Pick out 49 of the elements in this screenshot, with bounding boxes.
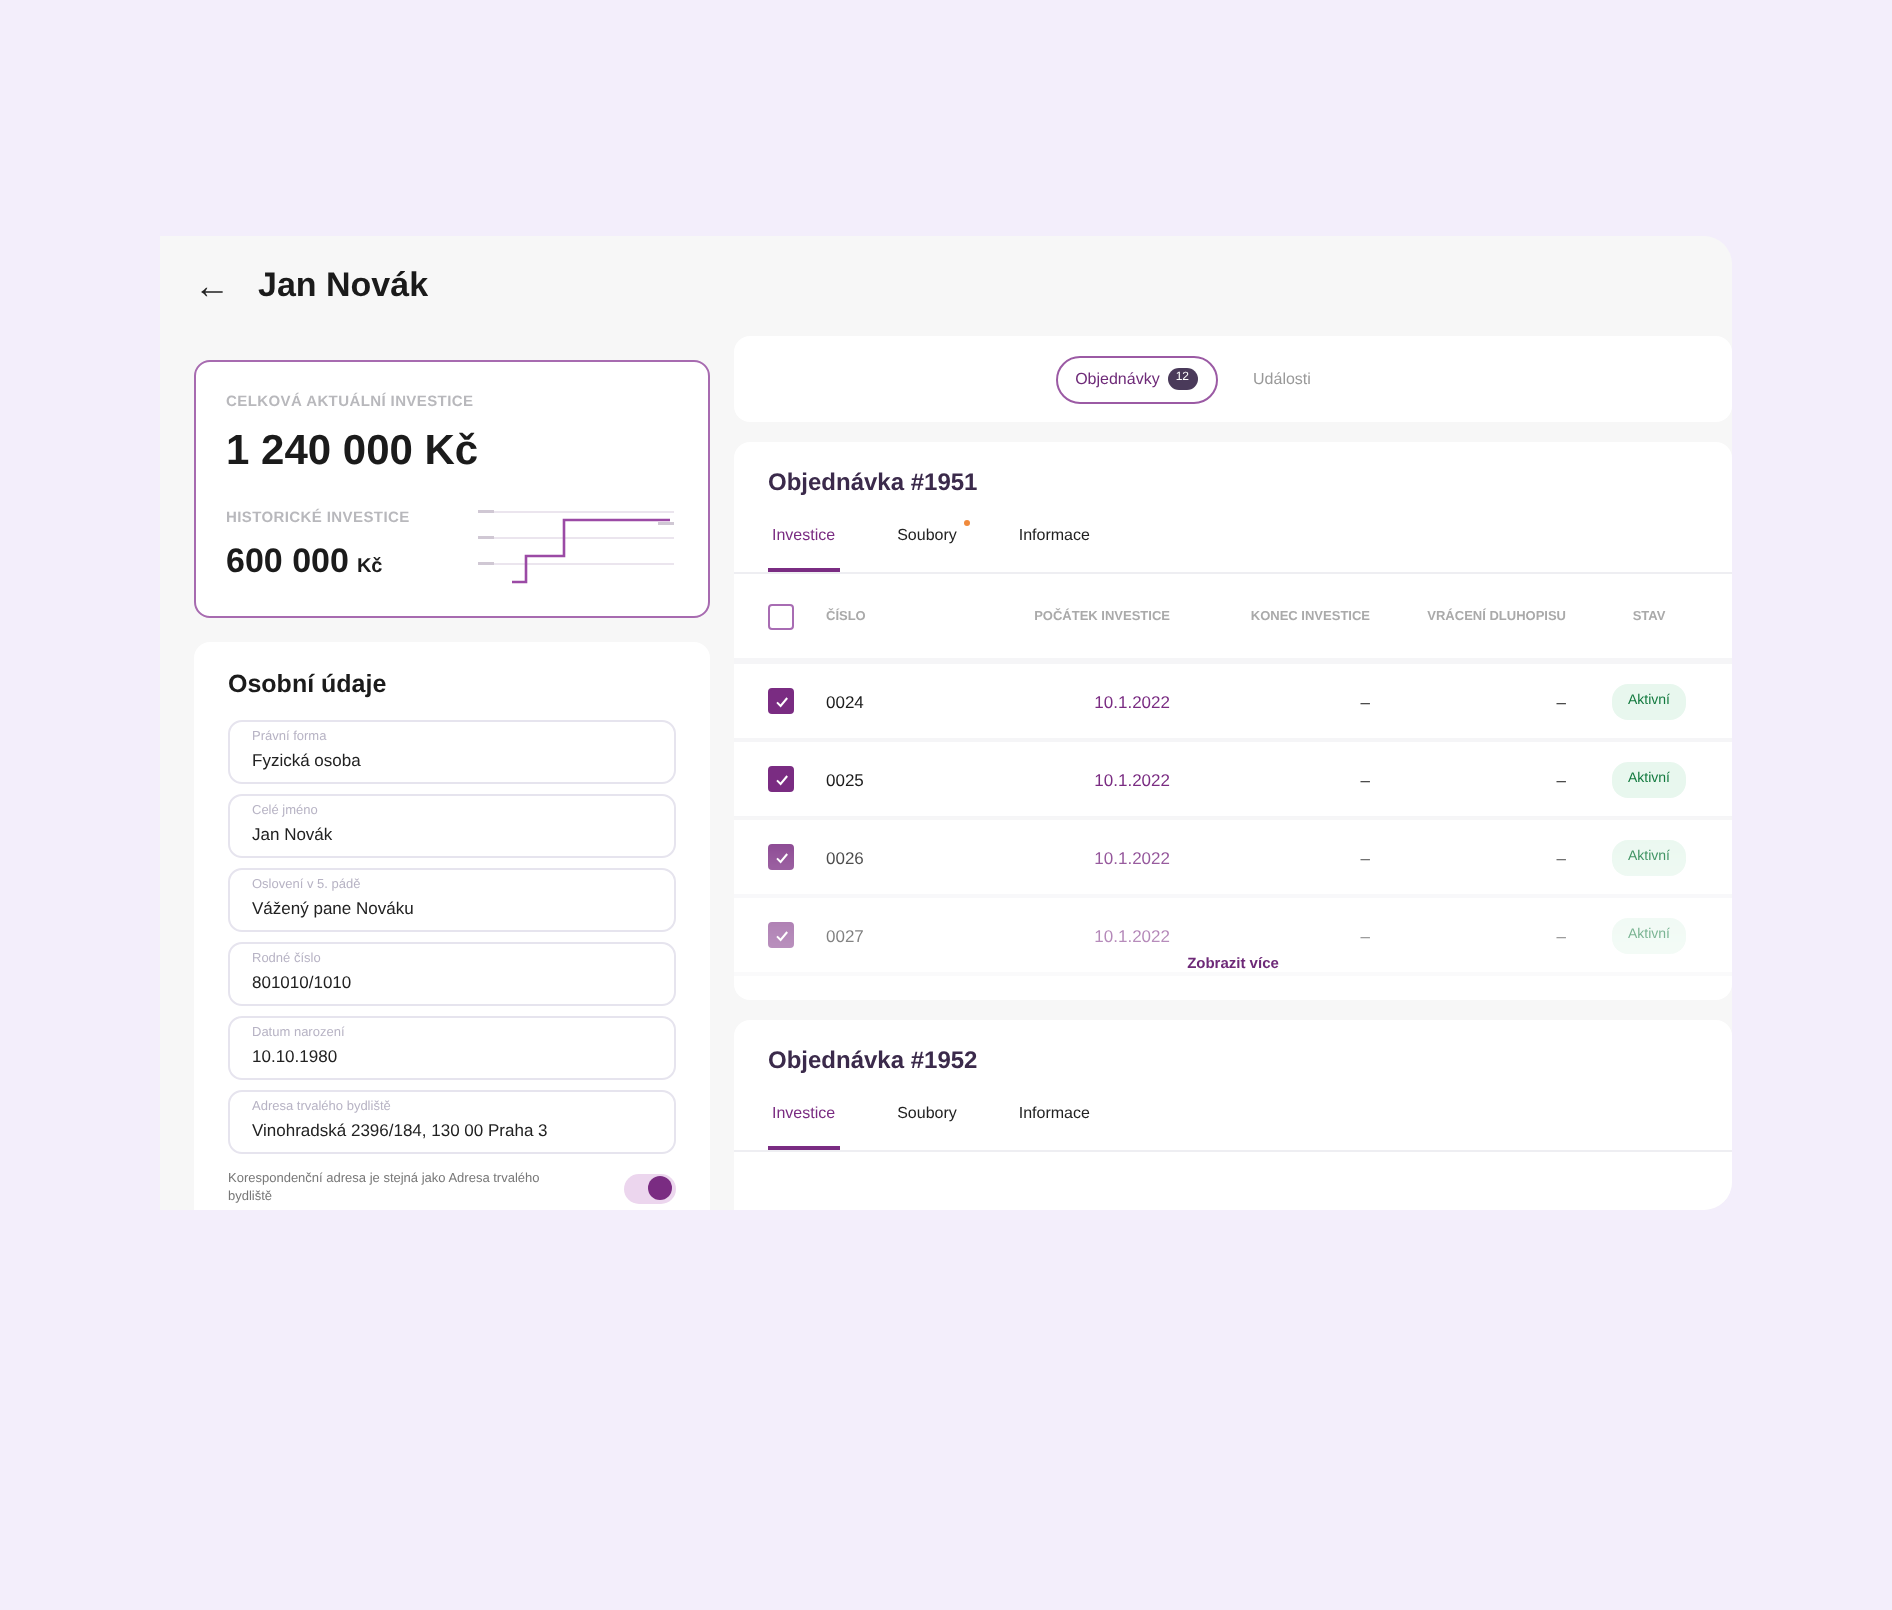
table-cell-text: – [1554, 845, 1566, 871]
select-all-checkbox[interactable] [768, 603, 794, 630]
tab[interactable]: Investice [768, 524, 840, 573]
field-value: Vinohradská 2396/184, 130 00 Praha 3 [252, 1117, 550, 1143]
check-icon [773, 849, 789, 866]
field-value: Jan Novák [252, 821, 335, 847]
table-cell-text: 0026 [826, 845, 866, 871]
table-cell-text: – [1554, 923, 1566, 949]
page-title: Jan Novák [258, 265, 429, 307]
tab-label: Objednávky [1075, 367, 1160, 391]
field-value: 10.10.1980 [252, 1043, 340, 1069]
table-cell-text: 0024 [826, 689, 866, 715]
total-value: 1 240 000 Kč [226, 426, 481, 479]
section-title: Osobní údaje [228, 670, 389, 700]
tab[interactable]: Soubory [893, 1102, 961, 1151]
currency-label: Kč [356, 554, 383, 583]
back-button[interactable]: ← [194, 268, 230, 304]
tab-label: Události [1253, 367, 1311, 391]
table-cell-text: 10.1.2022 [1092, 845, 1170, 871]
tab[interactable]: Soubory [893, 524, 961, 573]
table-cell-text: 10.1.2022 [1092, 923, 1170, 949]
table-cell-text: 10.1.2022 [1092, 689, 1170, 715]
table-cell-text: – [1554, 689, 1566, 715]
table-cell-text: 0027 [826, 923, 866, 949]
historic-value: 600 000 [226, 540, 349, 585]
field-value: Vážený pane Nováku [252, 895, 416, 921]
row-checkbox[interactable] [768, 688, 794, 715]
tab[interactable]: Informace [1014, 1102, 1094, 1151]
toggle-switch[interactable] [624, 1173, 676, 1204]
row-checkbox[interactable] [768, 922, 794, 949]
table-cell-text: 0025 [826, 767, 866, 793]
tab[interactable]: Informace [1014, 524, 1094, 573]
check-icon [773, 927, 789, 944]
row-checkbox[interactable] [768, 844, 794, 871]
table-cell-text: 10.1.2022 [1092, 767, 1170, 793]
tab[interactable]: Investice [768, 1102, 840, 1151]
table-cell-text: – [1554, 767, 1566, 793]
table-cell-text: – [1358, 845, 1370, 871]
table-cell-text: – [1358, 689, 1370, 715]
check-icon [773, 693, 789, 710]
table-cell-text: – [1358, 767, 1370, 793]
field-value: Fyzická osoba [252, 747, 363, 773]
row-checkbox[interactable] [768, 766, 794, 793]
field-value: 801010/1010 [252, 969, 354, 995]
notification-dot [964, 520, 971, 527]
check-icon [773, 771, 789, 788]
order-title: Objednávka #1951 [768, 468, 980, 497]
order-title: Objednávka #1952 [768, 1045, 980, 1075]
table-cell-text: – [1358, 923, 1370, 949]
